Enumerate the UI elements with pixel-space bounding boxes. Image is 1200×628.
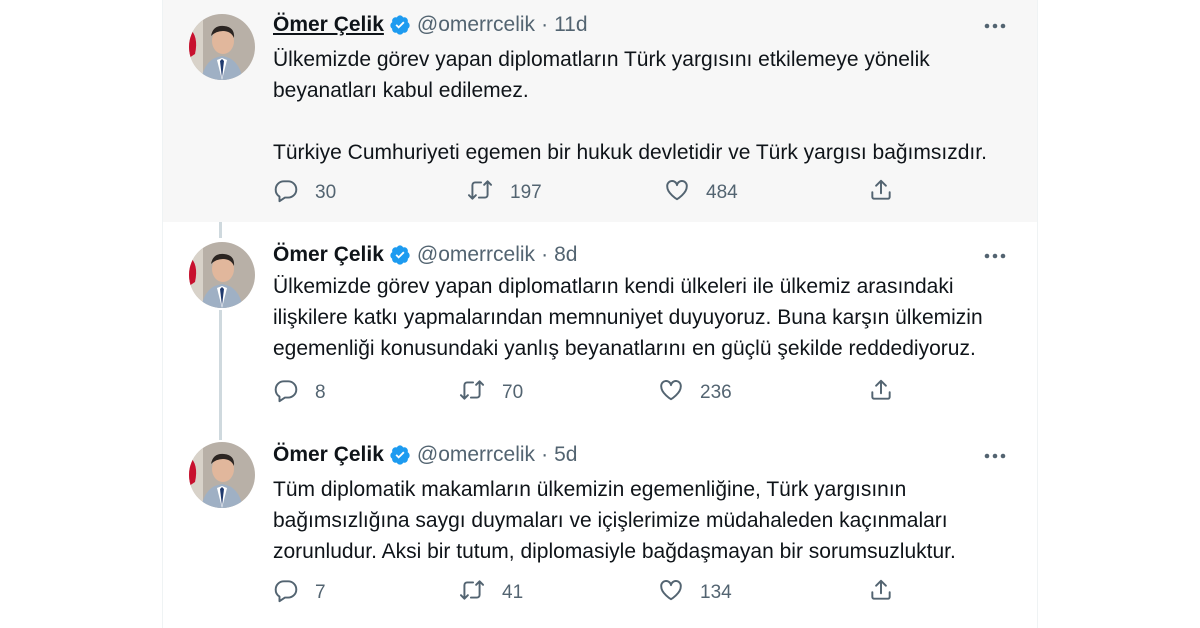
author-name[interactable]: Ömer Çelik: [273, 13, 384, 37]
like-button[interactable]: 134: [658, 578, 732, 608]
reply-button[interactable]: 8: [273, 378, 326, 408]
tweet[interactable]: Ömer Çelik @omerrcelik · 8d Ülkemizde gö…: [163, 230, 1037, 426]
share-button[interactable]: [868, 178, 894, 208]
verified-badge-icon: [389, 444, 411, 466]
tweet-text: Ülkemizde görev yapan diplomatların Türk…: [273, 44, 1023, 168]
author-handle[interactable]: @omerrcelik: [417, 13, 535, 37]
avatar[interactable]: [189, 442, 255, 508]
tweet[interactable]: Ömer Çelik @omerrcelik · 11d Ülkemizde g…: [163, 0, 1037, 222]
author-name[interactable]: Ömer Çelik: [273, 443, 384, 467]
retweet-count: 70: [502, 382, 524, 403]
separator-dot: ·: [541, 13, 549, 36]
like-count: 134: [700, 582, 732, 603]
like-count: 236: [700, 382, 732, 403]
retweet-count: 197: [510, 182, 542, 203]
reply-icon: [273, 377, 299, 409]
tweet-text: Tüm diplomatik makamların ülkemizin egem…: [273, 474, 1023, 567]
tweet-timestamp[interactable]: 5d: [554, 443, 577, 467]
tweet-timestamp[interactable]: 11d: [554, 13, 587, 37]
reply-button[interactable]: 30: [273, 178, 336, 208]
tweet-actions: 30 197 484: [273, 178, 891, 208]
avatar[interactable]: [189, 242, 255, 308]
share-icon: [868, 577, 894, 609]
retweet-button[interactable]: 41: [458, 578, 523, 608]
tweet-actions: 8 70 236: [273, 378, 891, 408]
retweet-button[interactable]: 197: [466, 178, 542, 208]
author-name[interactable]: Ömer Çelik: [273, 243, 384, 267]
reply-button[interactable]: 7: [273, 578, 326, 608]
retweet-count: 41: [502, 582, 524, 603]
tweet-text-line: Ülkemizde görev yapan diplomatların kend…: [273, 275, 954, 298]
reply-count: 7: [315, 582, 326, 603]
tweet-text-line: beyanatları kabul edilemez.: [273, 79, 529, 102]
reply-icon: [273, 177, 299, 209]
more-icon[interactable]: [980, 16, 1010, 36]
author-handle[interactable]: @omerrcelik: [417, 243, 535, 267]
like-icon: [658, 577, 684, 609]
share-button[interactable]: [868, 578, 894, 608]
retweet-icon: [458, 377, 486, 409]
tweet-thread: Ömer Çelik @omerrcelik · 11d Ülkemizde g…: [162, 0, 1038, 628]
tweet-text-line: Tüm diplomatik makamların ülkemizin egem…: [273, 478, 907, 501]
tweet-header: Ömer Çelik @omerrcelik · 11d: [273, 11, 588, 39]
like-button[interactable]: 236: [658, 378, 732, 408]
tweet-actions: 7 41 134: [273, 578, 891, 608]
avatar[interactable]: [189, 14, 255, 80]
retweet-icon: [466, 177, 494, 209]
tweet-header: Ömer Çelik @omerrcelik · 8d: [273, 241, 577, 269]
paragraph-break: [273, 106, 1023, 137]
share-icon: [868, 177, 894, 209]
more-icon[interactable]: [980, 246, 1010, 266]
share-icon: [868, 377, 894, 409]
share-button[interactable]: [868, 378, 894, 408]
tweet-timestamp[interactable]: 8d: [554, 243, 577, 267]
more-icon[interactable]: [980, 446, 1010, 466]
tweet-text-line: Ülkemizde görev yapan diplomatların Türk…: [273, 48, 930, 71]
reply-count: 8: [315, 382, 326, 403]
like-icon: [658, 377, 684, 409]
tweet-text-line: Türkiye Cumhuriyeti egemen bir hukuk dev…: [273, 141, 987, 164]
reply-count: 30: [315, 182, 337, 203]
like-button[interactable]: 484: [664, 178, 738, 208]
tweet-text-line: zorunludur. Aksi bir tutum, diplomasiyle…: [273, 540, 956, 563]
tweet-text-line: ilişkilere katkı yapmalarından memnuniye…: [273, 306, 983, 329]
tweet-header: Ömer Çelik @omerrcelik · 5d: [273, 441, 577, 469]
like-icon: [664, 177, 690, 209]
reply-icon: [273, 577, 299, 609]
tweet-text-line: egemenliği konusundaki yanlış beyanatlar…: [273, 337, 976, 360]
like-count: 484: [706, 182, 738, 203]
retweet-button[interactable]: 70: [458, 378, 523, 408]
verified-badge-icon: [389, 14, 411, 36]
author-handle[interactable]: @omerrcelik: [417, 443, 535, 467]
tweet[interactable]: Ömer Çelik @omerrcelik · 5d Tüm diplomat…: [163, 430, 1037, 628]
tweet-text: Ülkemizde görev yapan diplomatların kend…: [273, 271, 1023, 364]
tweet-text-line: bağımsızlığına saygı duymaları ve içişle…: [273, 509, 948, 532]
separator-dot: ·: [541, 243, 549, 266]
verified-badge-icon: [389, 244, 411, 266]
retweet-icon: [458, 577, 486, 609]
separator-dot: ·: [541, 443, 549, 466]
